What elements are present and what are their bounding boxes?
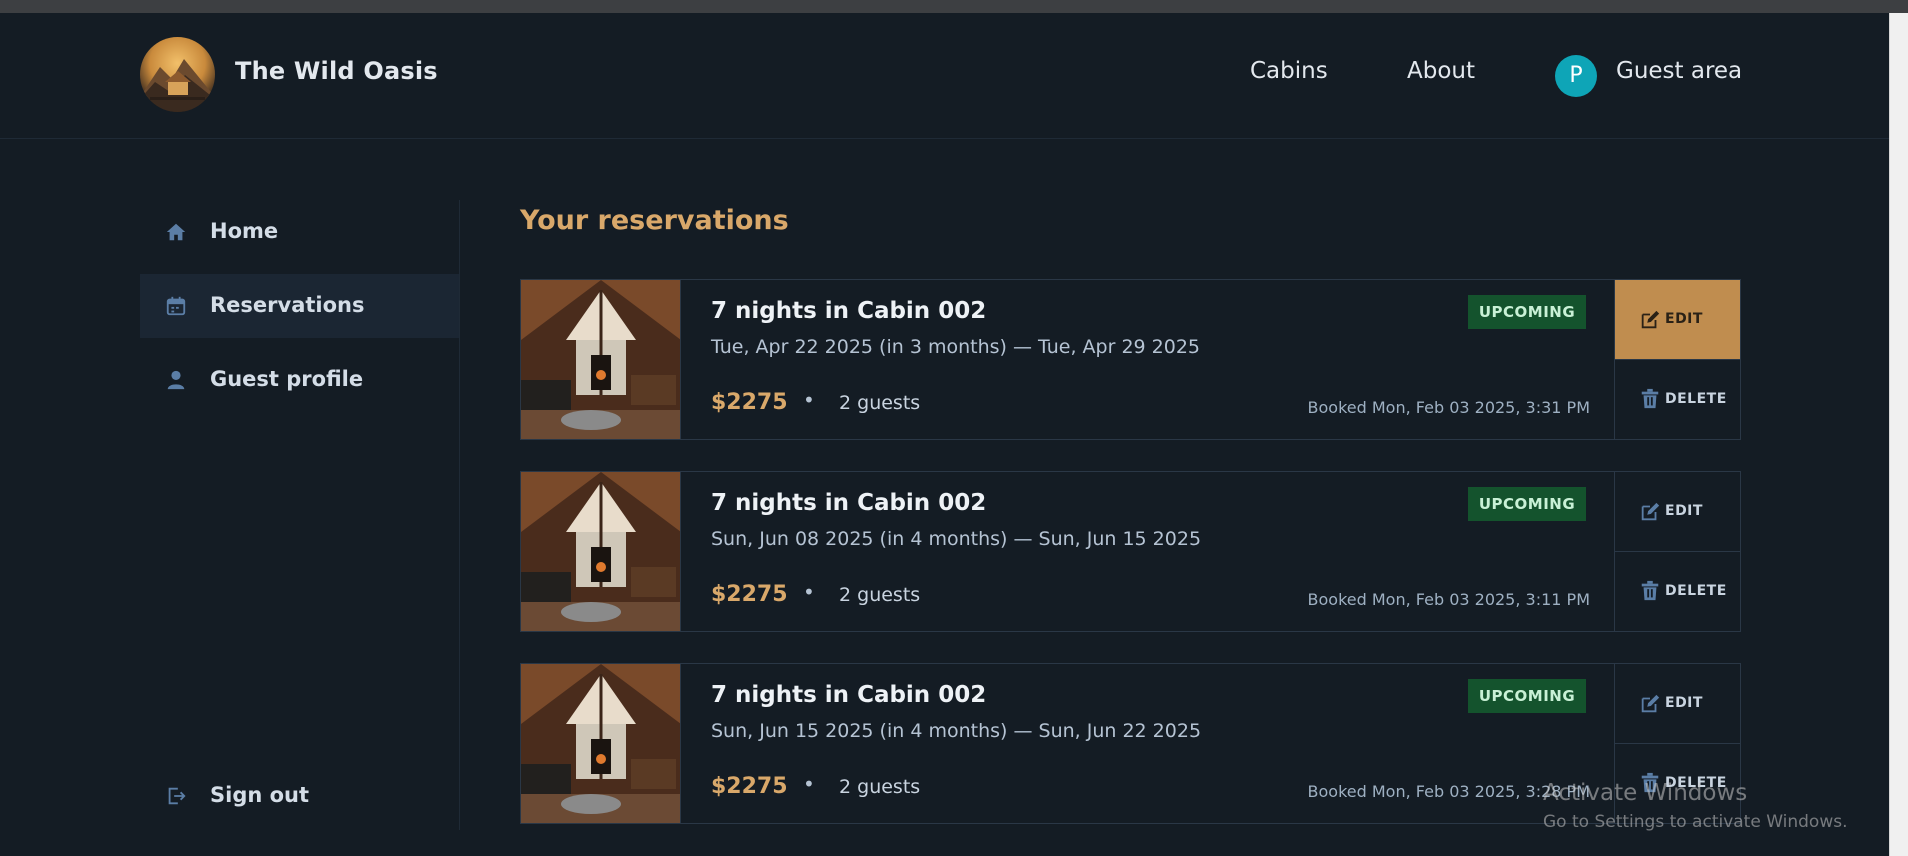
sidebar-item-label: Home [210, 219, 279, 243]
reservation-dates: Sun, Jun 08 2025 (in 4 months) — Sun, Ju… [711, 528, 1202, 550]
home-icon [165, 221, 187, 243]
delete-button[interactable]: DELETE [1615, 552, 1740, 631]
reservation-dates: Sun, Jun 15 2025 (in 4 months) — Sun, Ju… [711, 720, 1202, 742]
status-badge: UPCOMING [1468, 487, 1586, 521]
reservation-card: 7 nights in Cabin 002 UPCOMING Tue, Apr … [520, 279, 1741, 440]
page-scrollbar[interactable] [1889, 13, 1908, 856]
brand-logo[interactable] [140, 37, 215, 112]
cabin-image [521, 472, 681, 631]
trash-icon [1639, 580, 1661, 602]
status-badge: UPCOMING [1468, 295, 1586, 329]
sidebar: Home Reservations Guest profile Sign out [140, 200, 460, 830]
sidebar-item-label: Guest profile [210, 367, 364, 391]
reservation-guests: 2 guests [839, 392, 921, 414]
edit-icon [1639, 501, 1661, 523]
delete-label: DELETE [1665, 391, 1727, 407]
nav-about-link[interactable]: About [1407, 58, 1475, 84]
edit-label: EDIT [1665, 503, 1703, 519]
nav-cabins-link[interactable]: Cabins [1250, 58, 1328, 84]
separator-dot: • [803, 388, 815, 412]
brand-name[interactable]: The Wild Oasis [235, 57, 438, 85]
user-icon [165, 369, 187, 391]
sign-out-button[interactable]: Sign out [140, 764, 459, 828]
calendar-icon [165, 295, 187, 317]
avatar[interactable]: P [1555, 55, 1597, 97]
separator-dot: • [803, 580, 815, 604]
browser-top-strip [0, 0, 1908, 13]
cabin-image [521, 280, 681, 439]
delete-button[interactable]: DELETE [1615, 360, 1740, 439]
sign-out-icon [165, 785, 187, 807]
nav-guest-area-link[interactable]: Guest area [1616, 58, 1742, 84]
reservation-dates: Tue, Apr 22 2025 (in 3 months) — Tue, Ap… [711, 336, 1201, 358]
status-badge: UPCOMING [1468, 679, 1586, 713]
reservation-price: $2275 [711, 774, 788, 799]
sidebar-item-guest-profile[interactable]: Guest profile [140, 348, 459, 412]
edit-icon [1639, 309, 1661, 331]
reservation-card: 7 nights in Cabin 002 UPCOMING Sun, Jun … [520, 471, 1741, 632]
reservation-title: 7 nights in Cabin 002 [711, 298, 987, 324]
edit-button[interactable]: EDIT [1615, 280, 1740, 360]
edit-label: EDIT [1665, 695, 1703, 711]
separator-dot: • [803, 772, 815, 796]
reservation-actions: EDIT DELETE [1614, 280, 1740, 439]
sign-out-label: Sign out [210, 783, 310, 807]
windows-activation-title: Activate Windows [1543, 780, 1748, 806]
edit-label: EDIT [1665, 311, 1703, 327]
reservation-price: $2275 [711, 390, 788, 415]
reservation-title: 7 nights in Cabin 002 [711, 682, 987, 708]
trash-icon [1639, 388, 1661, 410]
reservation-guests: 2 guests [839, 584, 921, 606]
delete-label: DELETE [1665, 583, 1727, 599]
cabin-image [521, 664, 681, 823]
sidebar-item-reservations[interactable]: Reservations [140, 274, 459, 338]
edit-icon [1639, 693, 1661, 715]
windows-activation-hint: Go to Settings to activate Windows. [1543, 812, 1848, 832]
edit-button[interactable]: EDIT [1615, 472, 1740, 552]
reservation-price: $2275 [711, 582, 788, 607]
sidebar-item-label: Reservations [210, 293, 365, 317]
reservation-guests: 2 guests [839, 776, 921, 798]
booked-date: Booked Mon, Feb 03 2025, 3:11 PM [1307, 590, 1590, 609]
booked-date: Booked Mon, Feb 03 2025, 3:31 PM [1307, 398, 1590, 417]
sidebar-item-home[interactable]: Home [140, 200, 459, 264]
site-header: The Wild Oasis Cabins About P Guest area [0, 13, 1889, 139]
reservation-title: 7 nights in Cabin 002 [711, 490, 987, 516]
edit-button[interactable]: EDIT [1615, 664, 1740, 744]
page-title: Your reservations [520, 205, 789, 236]
reservation-actions: EDIT DELETE [1614, 472, 1740, 631]
